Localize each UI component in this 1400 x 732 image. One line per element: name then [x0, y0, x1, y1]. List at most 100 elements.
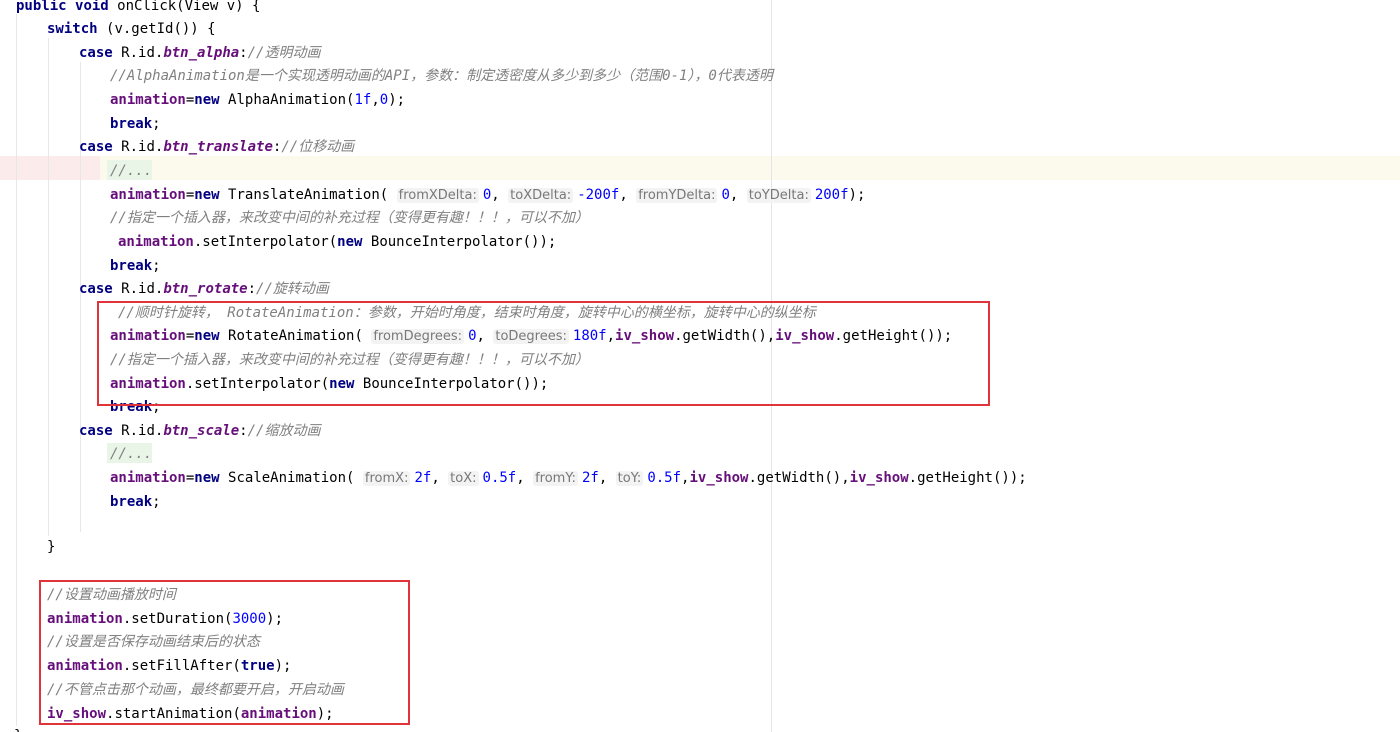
keyword: break — [110, 258, 153, 274]
code-line[interactable]: case R.id.btn_alpha://透明动画 — [79, 41, 320, 65]
number: 2f — [414, 470, 432, 486]
comment: //指定一个插入器，来改变中间的补充过程（变得更有趣！！！，可以不加） — [110, 210, 589, 226]
code-text: R.id. — [121, 139, 164, 155]
keyword: case — [79, 423, 113, 439]
code-text: R.id. — [121, 45, 164, 61]
number: 0 — [721, 187, 730, 203]
code-line[interactable]: animation=new ScaleAnimation( fromX: 2f, … — [110, 466, 1027, 490]
current-line-highlight — [0, 156, 1400, 180]
field: iv_show — [689, 470, 749, 486]
code-text: R.id. — [121, 281, 164, 297]
code-text: .getWidth(), — [748, 470, 850, 486]
code-line[interactable]: //... — [110, 159, 152, 183]
field: animation — [110, 187, 186, 203]
keyword: switch — [47, 21, 98, 37]
code-text: TranslateAnimation( — [228, 187, 389, 203]
comment: //旋转动画 — [256, 281, 329, 297]
code-text: AlphaAnimation( — [228, 92, 355, 108]
field: animation — [110, 92, 186, 108]
folded-comment[interactable]: //... — [110, 446, 152, 462]
method-name: onClick(View v) { — [117, 0, 261, 14]
code-text: BounceInterpolator()); — [370, 234, 557, 250]
code-line[interactable]: break; — [110, 112, 161, 136]
code-text: : — [247, 281, 257, 297]
parameter-hint: toY: — [615, 471, 644, 486]
code-line[interactable]: case R.id.btn_translate://位移动画 — [79, 135, 354, 159]
code-line[interactable]: } — [14, 724, 22, 732]
code-editor[interactable]: public void onClick(View v) { switch (v.… — [0, 0, 1400, 732]
code-line[interactable]: case R.id.btn_rotate://旋转动画 — [79, 277, 329, 301]
number: 0 — [379, 92, 389, 108]
static-field: btn_rotate — [163, 281, 248, 297]
code-line[interactable]: animation.setInterpolator(new BounceInte… — [118, 230, 556, 254]
parameter-hint: fromXDelta: — [396, 188, 479, 203]
code-text: (v.getId()) { — [106, 21, 216, 37]
code-line[interactable]: //指定一个插入器，来改变中间的补充过程（变得更有趣！！！，可以不加） — [110, 206, 589, 230]
keyword: public — [16, 0, 67, 14]
code-line[interactable]: switch (v.getId()) { — [47, 17, 216, 41]
indent-guide — [48, 38, 49, 536]
code-text: R.id. — [121, 423, 164, 439]
keyword: case — [79, 139, 113, 155]
parameter-hint: fromYDelta: — [636, 188, 718, 203]
code-text: .getHeight()); — [908, 470, 1027, 486]
code-line[interactable]: break; — [110, 490, 161, 514]
keyword: new — [194, 470, 220, 486]
number: -200f — [577, 187, 620, 203]
number: 1f — [354, 92, 372, 108]
code-line[interactable]: animation=new TranslateAnimation( fromXD… — [110, 183, 865, 207]
parameter-hint: toX: — [448, 471, 479, 486]
comment: //透明动画 — [247, 45, 321, 61]
parameter-hint: toXDelta: — [508, 188, 574, 203]
keyword: new — [194, 92, 220, 108]
code-text: ScaleAnimation( — [228, 470, 355, 486]
animation-settings-highlight-box — [39, 580, 410, 725]
number: 0 — [482, 187, 492, 203]
breakpoint-line-marker — [0, 156, 100, 180]
rotate-highlight-box — [97, 301, 990, 406]
code-line[interactable]: public void onClick(View v) { — [16, 0, 260, 18]
field: animation — [110, 470, 186, 486]
field: iv_show — [849, 470, 909, 486]
keyword: break — [110, 494, 153, 510]
keyword: break — [110, 116, 153, 132]
code-text: } — [14, 728, 22, 732]
code-line[interactable]: //AlphaAnimation是一个实现透明动画的API，参数：制定透密度从多… — [110, 64, 773, 88]
number: 2f — [581, 470, 599, 486]
code-text: : — [239, 423, 248, 439]
static-field: btn_translate — [163, 139, 273, 155]
folded-comment[interactable]: //... — [110, 163, 152, 179]
indent-guide — [16, 14, 17, 726]
comment: //缩放动画 — [247, 423, 321, 439]
code-line[interactable]: animation=new AlphaAnimation(1f,0); — [110, 88, 405, 112]
parameter-hint: toYDelta: — [746, 188, 811, 203]
field: animation — [118, 234, 194, 250]
static-field: btn_alpha — [163, 45, 240, 61]
number: 0.5f — [482, 470, 517, 486]
keyword: case — [79, 281, 113, 297]
keyword: new — [194, 187, 220, 203]
static-field: btn_scale — [163, 423, 240, 439]
keyword: case — [79, 45, 113, 61]
comment: //位移动画 — [281, 139, 355, 155]
code-line[interactable]: break; — [110, 254, 161, 278]
code-text: ); — [388, 92, 406, 108]
code-line[interactable]: //... — [110, 442, 152, 466]
code-line[interactable]: case R.id.btn_scale://缩放动画 — [79, 419, 320, 443]
code-text: ; — [152, 258, 161, 274]
code-text: : — [239, 45, 248, 61]
parameter-hint: fromY: — [533, 471, 578, 486]
comment: //AlphaAnimation是一个实现透明动画的API，参数：制定透密度从多… — [110, 68, 773, 84]
parameter-hint: fromX: — [362, 471, 411, 486]
keyword: void — [75, 0, 109, 14]
number: 0.5f — [647, 470, 682, 486]
code-line[interactable]: } — [47, 535, 55, 559]
code-text: , — [371, 92, 380, 108]
code-text: ; — [152, 494, 161, 510]
code-text: ; — [152, 116, 161, 132]
number: 200f — [814, 187, 849, 203]
code-text: } — [47, 539, 56, 555]
code-text: .setInterpolator( — [193, 234, 338, 250]
keyword: new — [337, 234, 363, 250]
code-text: ); — [848, 187, 866, 203]
